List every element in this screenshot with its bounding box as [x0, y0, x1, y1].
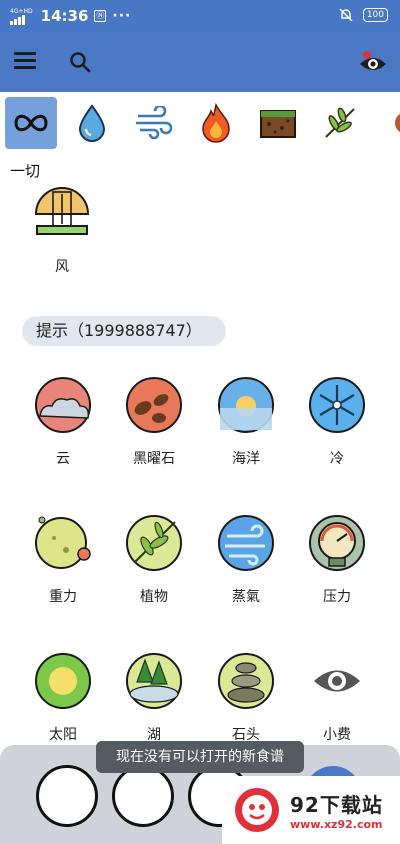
toast-message: 现在没有可以打开的新食谱 — [96, 741, 304, 773]
eye-notification-icon[interactable] — [358, 48, 388, 76]
wind-icon — [136, 106, 173, 140]
pressure-gauge-icon — [309, 515, 365, 571]
plant-leaf-icon — [126, 515, 182, 571]
search-icon[interactable] — [68, 50, 92, 74]
windmill-icon — [34, 187, 90, 235]
hamburger-menu-icon[interactable] — [14, 52, 38, 72]
plant-icon — [325, 107, 355, 138]
site-watermark: 92下载站 www.xz92.com — [222, 776, 400, 844]
hd-badge: Ⓝ — [94, 10, 107, 22]
watermark-title: 92下载站 — [290, 793, 383, 817]
sun-icon — [35, 653, 91, 709]
more-notifications-icon: ··· — [112, 8, 132, 24]
eye-tip-icon — [314, 670, 360, 692]
element-card[interactable]: 蒸氣 — [206, 514, 286, 606]
tab-earth[interactable] — [251, 96, 305, 150]
category-tabs — [0, 92, 400, 154]
element-label: 黑曜石 — [133, 451, 175, 467]
signal-icon — [10, 14, 25, 25]
element-label: 植物 — [140, 589, 168, 605]
element-card[interactable]: 风 — [22, 184, 102, 276]
network-type: 4G+HD — [10, 7, 33, 15]
tab-all[interactable] — [5, 97, 57, 149]
watermark-url: www.xz92.com — [290, 818, 383, 831]
cloud-icon — [35, 377, 91, 433]
element-label: 风 — [55, 259, 69, 275]
lake-icon — [126, 653, 182, 709]
app-bar — [0, 32, 400, 92]
filter-label: 一切 — [10, 162, 41, 180]
battery-indicator: 100 — [362, 8, 388, 22]
element-label: 蒸氣 — [232, 589, 260, 605]
element-label: 海洋 — [232, 451, 260, 467]
element-card[interactable]: 压力 — [297, 514, 377, 606]
tab-more[interactable] — [375, 96, 400, 150]
mute-icon — [339, 8, 353, 22]
fire-icon — [202, 103, 230, 143]
brown-blob-icon — [395, 113, 400, 133]
network-indicator: 4G+HD — [10, 8, 33, 25]
tab-wind[interactable] — [127, 96, 181, 150]
element-card[interactable]: 冷 — [297, 376, 377, 468]
element-card[interactable]: 太阳 — [23, 652, 103, 744]
craft-slot-2[interactable] — [112, 765, 174, 827]
element-label: 重力 — [49, 589, 77, 605]
snowflake-icon — [309, 377, 365, 433]
element-label: 冷 — [330, 451, 344, 467]
tab-water[interactable] — [65, 96, 119, 150]
tab-plant[interactable] — [313, 96, 367, 150]
element-card[interactable]: 重力 — [23, 514, 103, 606]
gravity-icon — [35, 516, 91, 569]
element-label: 云 — [56, 451, 70, 467]
tip-card[interactable]: 小费 — [297, 652, 377, 744]
infinity-icon — [14, 114, 48, 132]
element-card[interactable]: 石头 — [206, 652, 286, 744]
element-card[interactable]: 云 — [23, 376, 103, 468]
stone-icon — [218, 653, 274, 709]
element-label: 压力 — [323, 589, 351, 605]
element-label: 小费 — [323, 727, 351, 743]
craft-slot-1[interactable] — [36, 765, 98, 827]
element-card[interactable]: 黑曜石 — [114, 376, 194, 468]
ocean-icon — [218, 377, 274, 433]
element-card[interactable]: 湖 — [114, 652, 194, 744]
clock: 14:36 — [40, 7, 89, 25]
earth-icon — [260, 110, 296, 138]
hint-badge[interactable]: 提示（1999888747） — [22, 316, 226, 346]
steam-icon — [218, 515, 274, 571]
tab-fire[interactable] — [189, 96, 243, 150]
element-card[interactable]: 植物 — [114, 514, 194, 606]
obsidian-icon — [126, 377, 182, 433]
watermark-logo-icon — [235, 788, 279, 832]
water-drop-icon — [78, 104, 106, 142]
element-label: 太阳 — [49, 727, 77, 743]
status-bar: 4G+HD 14:36 Ⓝ ··· 100 — [0, 0, 400, 32]
element-card[interactable]: 海洋 — [206, 376, 286, 468]
